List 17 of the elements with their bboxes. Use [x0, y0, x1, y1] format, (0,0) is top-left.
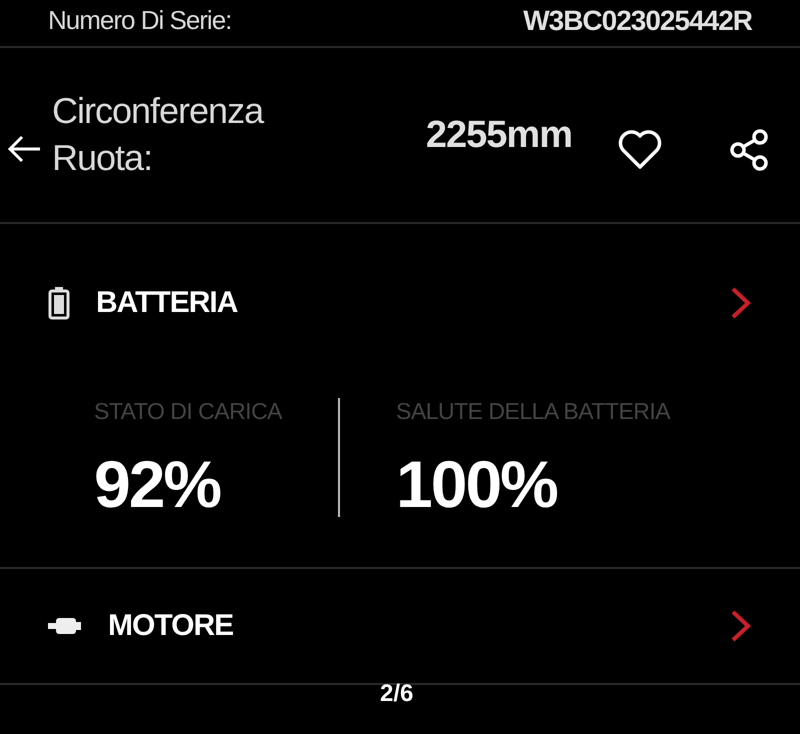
section-title: MOTORE: [108, 609, 234, 643]
back-button[interactable]: [6, 134, 42, 164]
image-counter: 2/6: [380, 680, 414, 708]
stat-label: SALUTE DELLA BATTERIA: [396, 398, 670, 425]
stat-value: 92%: [94, 451, 222, 517]
share-button[interactable]: [728, 128, 770, 172]
chevron-icon[interactable]: [730, 286, 752, 320]
stat-value: 100%: [396, 451, 558, 517]
detail-value: W3BC023025442R: [523, 5, 752, 37]
detail-value: 2255mm: [426, 114, 572, 156]
chevron-icon[interactable]: [730, 609, 752, 643]
section-title: BATTERIA: [96, 286, 238, 320]
detail-label: Circonferenza Ruota:: [52, 89, 265, 180]
battery-icon: [48, 286, 70, 320]
detail-label: Numero Di Serie:: [48, 4, 232, 38]
stat-label: STATO DI CARICA: [94, 398, 282, 425]
heart-button[interactable]: [618, 130, 662, 170]
